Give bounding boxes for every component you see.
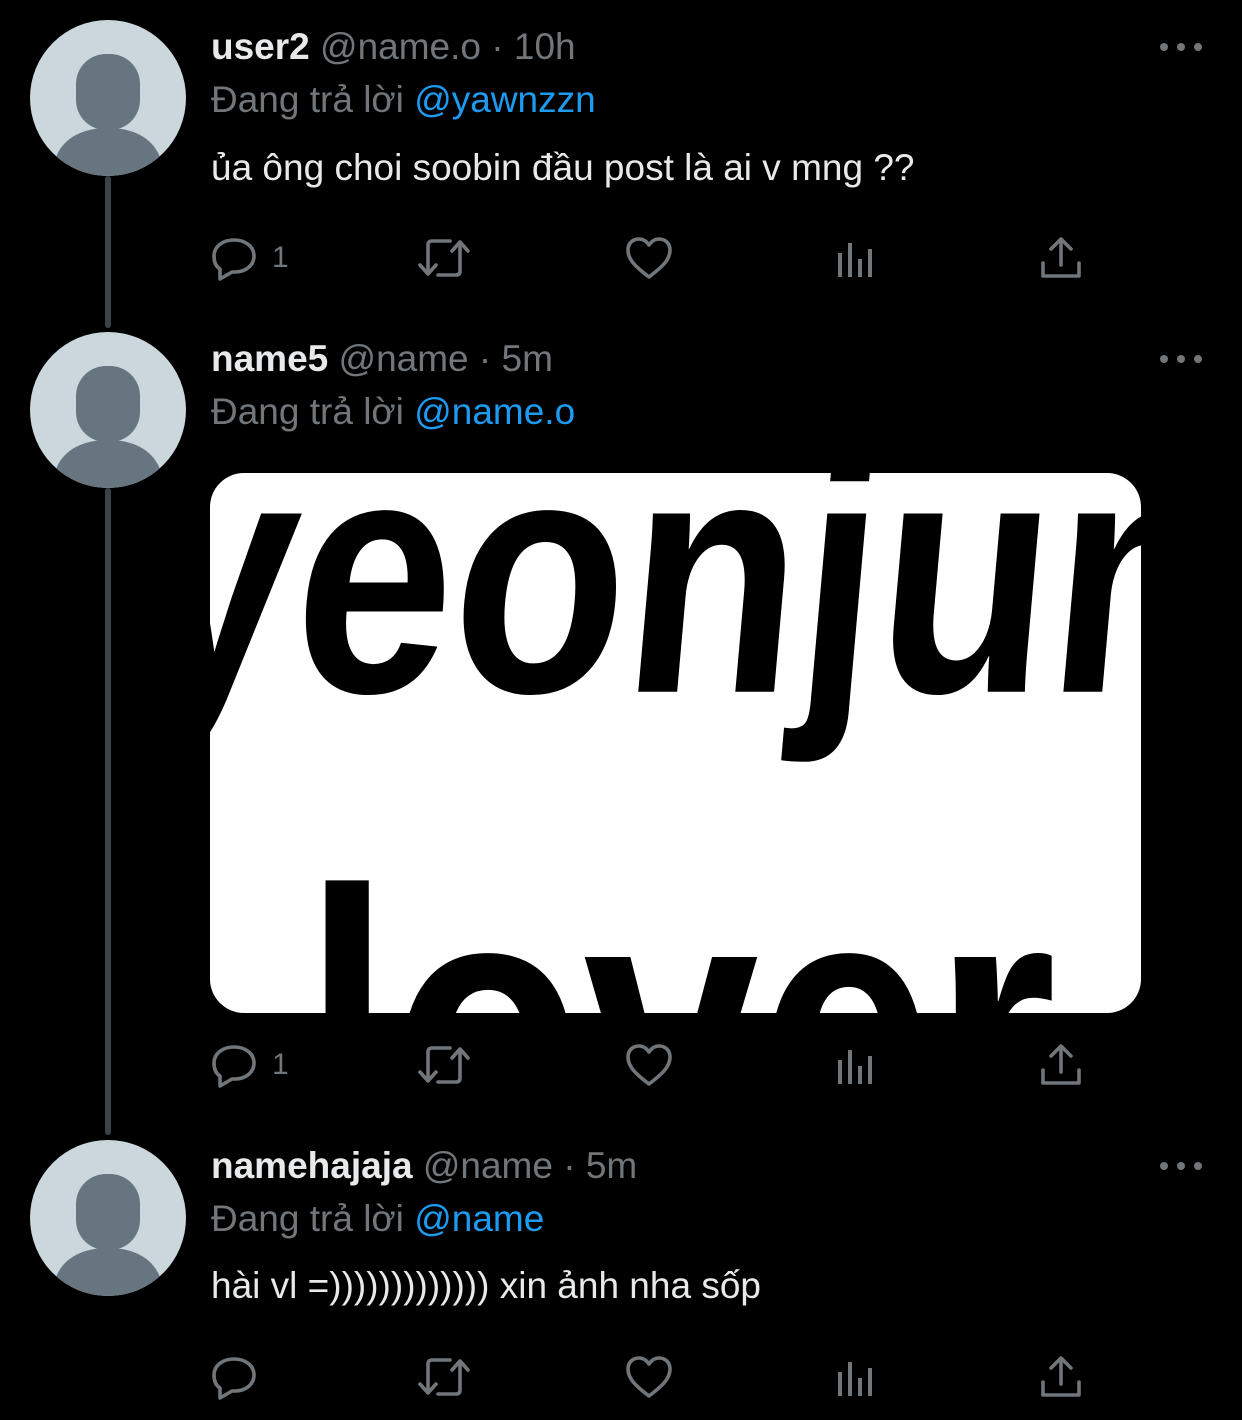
share-button[interactable]: [1038, 1040, 1084, 1090]
action-bar: [210, 1352, 1110, 1402]
reply-prefix: Đang trả lời: [211, 391, 404, 432]
display-name[interactable]: name5: [211, 338, 328, 379]
default-avatar-icon: [52, 54, 164, 176]
default-avatar-icon: [52, 366, 164, 488]
retweet-button[interactable]: [416, 233, 472, 283]
reply-button[interactable]: [210, 1352, 258, 1402]
user-handle[interactable]: @name: [339, 338, 469, 379]
timestamp[interactable]: 10h: [514, 26, 576, 67]
heart-icon: [626, 237, 672, 279]
retweet-icon: [418, 1358, 470, 1396]
analytics-icon: [838, 1362, 872, 1396]
more-icon[interactable]: [1156, 344, 1206, 374]
like-button[interactable]: [624, 1352, 674, 1402]
share-icon: [1041, 1356, 1081, 1397]
heart-icon: [626, 1044, 672, 1086]
user-handle[interactable]: @name.o: [320, 26, 481, 67]
reply-context: Đang trả lời @yawnzzn: [211, 78, 596, 122]
reply-icon: [212, 1357, 256, 1400]
reply-prefix: Đang trả lời: [211, 1198, 404, 1239]
share-icon: [1041, 1044, 1081, 1085]
like-button[interactable]: [624, 1040, 674, 1090]
more-icon[interactable]: [1156, 1151, 1206, 1181]
reply-count: 1: [272, 1048, 289, 1081]
reply-count: 1: [272, 241, 289, 274]
share-button[interactable]: [1038, 1352, 1084, 1402]
more-icon[interactable]: [1156, 32, 1206, 62]
retweet-button[interactable]: [416, 1040, 472, 1090]
retweet-button[interactable]: [416, 1352, 472, 1402]
separator: ·: [563, 1145, 576, 1186]
default-avatar-icon: [52, 1174, 164, 1296]
warped-text-image: yeonjun lover: [210, 473, 1141, 1013]
tweet-image[interactable]: yeonjun lover: [210, 473, 1141, 1013]
mention-link[interactable]: @name: [414, 1198, 544, 1239]
reply-context: Đang trả lời @name.o: [211, 390, 575, 434]
reply-icon: [212, 238, 256, 281]
share-button[interactable]: [1038, 233, 1084, 283]
analytics-icon: [838, 1050, 872, 1084]
heart-icon: [626, 1356, 672, 1398]
reply-icon: [212, 1045, 256, 1088]
avatar[interactable]: [30, 1140, 186, 1296]
analytics-button[interactable]: [834, 1352, 878, 1402]
image-text-top: yeonjun: [210, 473, 1141, 766]
mention-link[interactable]: @name.o: [414, 391, 575, 432]
analytics-button[interactable]: [834, 233, 878, 283]
separator: ·: [491, 26, 504, 67]
like-button[interactable]: [624, 233, 674, 283]
user-handle[interactable]: @name: [423, 1145, 553, 1186]
tweet-header: namehajaja @name · 5m: [211, 1144, 637, 1188]
mention-link[interactable]: @yawnzzn: [414, 79, 596, 120]
reply-button[interactable]: 1: [210, 233, 289, 283]
avatar[interactable]: [30, 332, 186, 488]
reply-button[interactable]: 1: [210, 1040, 289, 1090]
action-bar: 1: [210, 1040, 1110, 1090]
tweet-text: hài vl =))))))))))))) xin ảnh nha sốp: [211, 1265, 761, 1306]
share-icon: [1041, 237, 1081, 278]
separator: ·: [478, 338, 492, 379]
action-bar: 1: [210, 233, 1110, 283]
display-name[interactable]: namehajaja: [211, 1145, 413, 1186]
display-name[interactable]: user2: [211, 26, 310, 67]
tweet[interactable]: namehajaja @name · 5m Đang trả lời @name…: [0, 1138, 1242, 1420]
retweet-icon: [418, 239, 470, 277]
analytics-button[interactable]: [834, 1040, 878, 1090]
timestamp[interactable]: 5m: [586, 1145, 637, 1186]
retweet-icon: [418, 1046, 470, 1084]
reply-prefix: Đang trả lời: [211, 79, 404, 120]
analytics-icon: [838, 243, 872, 277]
tweet-header: user2 @name.o · 10h: [211, 25, 576, 69]
avatar[interactable]: [30, 20, 186, 176]
reply-context: Đang trả lời @name: [211, 1197, 544, 1241]
tweet-text: ủa ông choi soobin đầu post là ai v mng …: [211, 147, 915, 188]
image-text-bottom: lover: [304, 811, 1057, 1013]
tweet-header: name5 @name · 5m: [211, 337, 553, 381]
tweet[interactable]: user2 @name.o · 10h Đang trả lời @yawnzz…: [0, 0, 1242, 320]
timestamp[interactable]: 5m: [502, 338, 553, 379]
